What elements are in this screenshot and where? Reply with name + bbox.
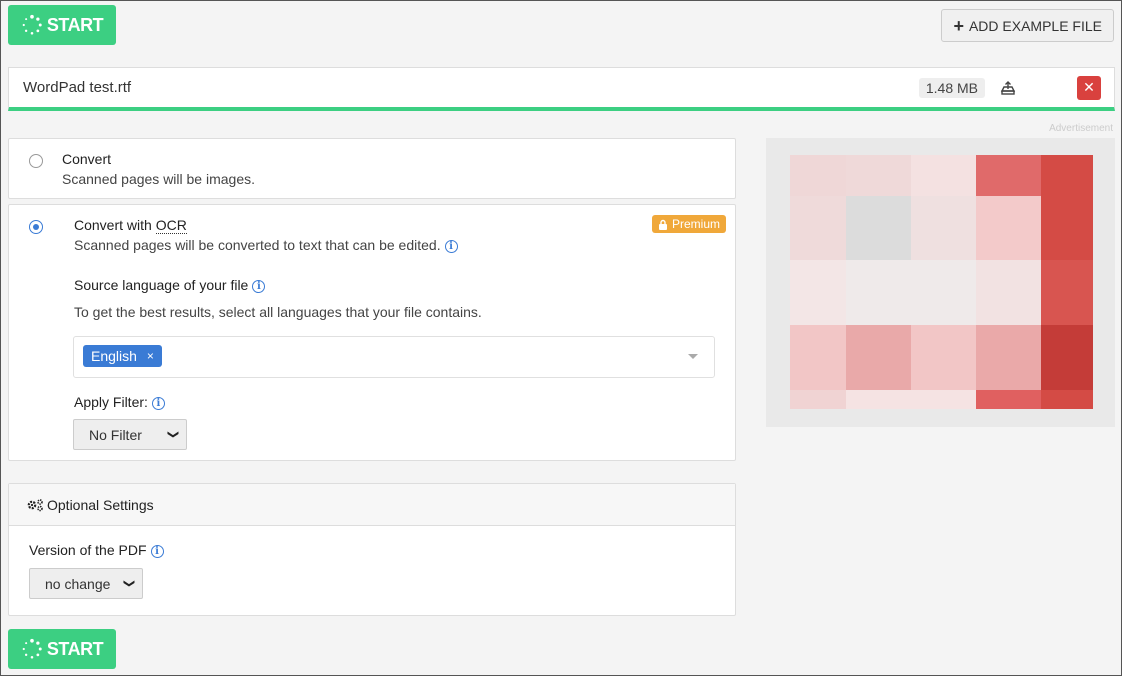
language-multiselect[interactable]: English × — [73, 336, 715, 378]
add-example-file-button[interactable]: + ADD EXAMPLE FILE — [941, 9, 1114, 42]
file-name: WordPad test.rtf — [23, 79, 132, 96]
start-button-bottom[interactable]: START — [8, 629, 116, 669]
ocr-description-text: Scanned pages will be converted to text … — [74, 237, 441, 253]
language-tag-label: English — [91, 348, 137, 364]
ocr-abbr: OCR — [155, 217, 187, 234]
source-language-text: Source language of your file — [74, 277, 249, 293]
info-icon[interactable]: i — [252, 279, 266, 293]
start-label: START — [46, 638, 104, 659]
convert-title: Convert — [62, 151, 112, 167]
ocr-radio[interactable] — [29, 220, 43, 234]
optional-settings-card: Optional Settings Version of the PDF i no… — [8, 483, 736, 616]
advertisement-box[interactable] — [766, 138, 1115, 427]
lock-icon — [658, 219, 667, 230]
premium-badge: Premium — [651, 215, 726, 233]
file-size: 1.48 MB — [918, 77, 985, 98]
convert-option-card[interactable]: Convert Scanned pages will be images. — [8, 138, 736, 199]
apply-filter-text: Apply Filter: — [74, 394, 148, 410]
spinner-icon — [22, 638, 42, 659]
plus-icon: + — [953, 15, 964, 36]
add-example-label: ADD EXAMPLE FILE — [968, 17, 1102, 34]
pdf-version-text: Version of the PDF — [29, 542, 147, 558]
gears-icon — [27, 498, 43, 511]
start-label: START — [46, 14, 104, 35]
convert-description: Scanned pages will be images. — [62, 171, 256, 187]
start-button-top[interactable]: START — [8, 5, 116, 45]
close-icon: ✕ — [1083, 79, 1095, 95]
optional-settings-header[interactable]: Optional Settings — [9, 484, 735, 526]
source-language-hint: To get the best results, select all lang… — [74, 304, 482, 320]
info-icon[interactable]: i — [444, 239, 458, 253]
pdf-version-value: no change — [45, 575, 111, 592]
source-language-label: Source language of your file i — [74, 277, 266, 293]
ocr-title: Convert with OCR — [74, 217, 187, 234]
ad-image — [790, 155, 1093, 409]
info-icon[interactable]: i — [150, 544, 164, 558]
spinner-icon — [22, 14, 42, 35]
language-tag-english: English × — [83, 345, 162, 367]
premium-label: Premium — [671, 217, 720, 231]
ad-label: Advertisement — [1049, 123, 1113, 134]
filter-select-value: No Filter — [89, 426, 142, 443]
file-row: WordPad test.rtf 1.48 MB ✕ — [8, 67, 1115, 111]
remove-file-button[interactable]: ✕ — [1077, 75, 1101, 100]
chevron-down-icon: ❯ — [166, 429, 179, 440]
info-icon[interactable]: i — [151, 396, 165, 410]
pdf-version-label: Version of the PDF i — [29, 542, 164, 558]
filter-select[interactable]: No Filter ❯ — [73, 419, 187, 450]
ocr-description: Scanned pages will be converted to text … — [74, 237, 458, 253]
pdf-version-select[interactable]: no change ❯ — [29, 568, 143, 599]
cloud-upload-icon[interactable] — [999, 79, 1017, 97]
chevron-down-icon: ❯ — [122, 578, 135, 589]
caret-down-icon[interactable] — [688, 354, 698, 359]
apply-filter-label: Apply Filter: i — [74, 394, 165, 410]
ocr-title-prefix: Convert with — [74, 217, 156, 233]
convert-radio[interactable] — [29, 154, 43, 168]
remove-tag-icon[interactable]: × — [147, 349, 154, 363]
ocr-option-card[interactable]: Convert with OCR Premium Scanned pages w… — [8, 204, 736, 461]
optional-settings-title: Optional Settings — [47, 496, 154, 513]
